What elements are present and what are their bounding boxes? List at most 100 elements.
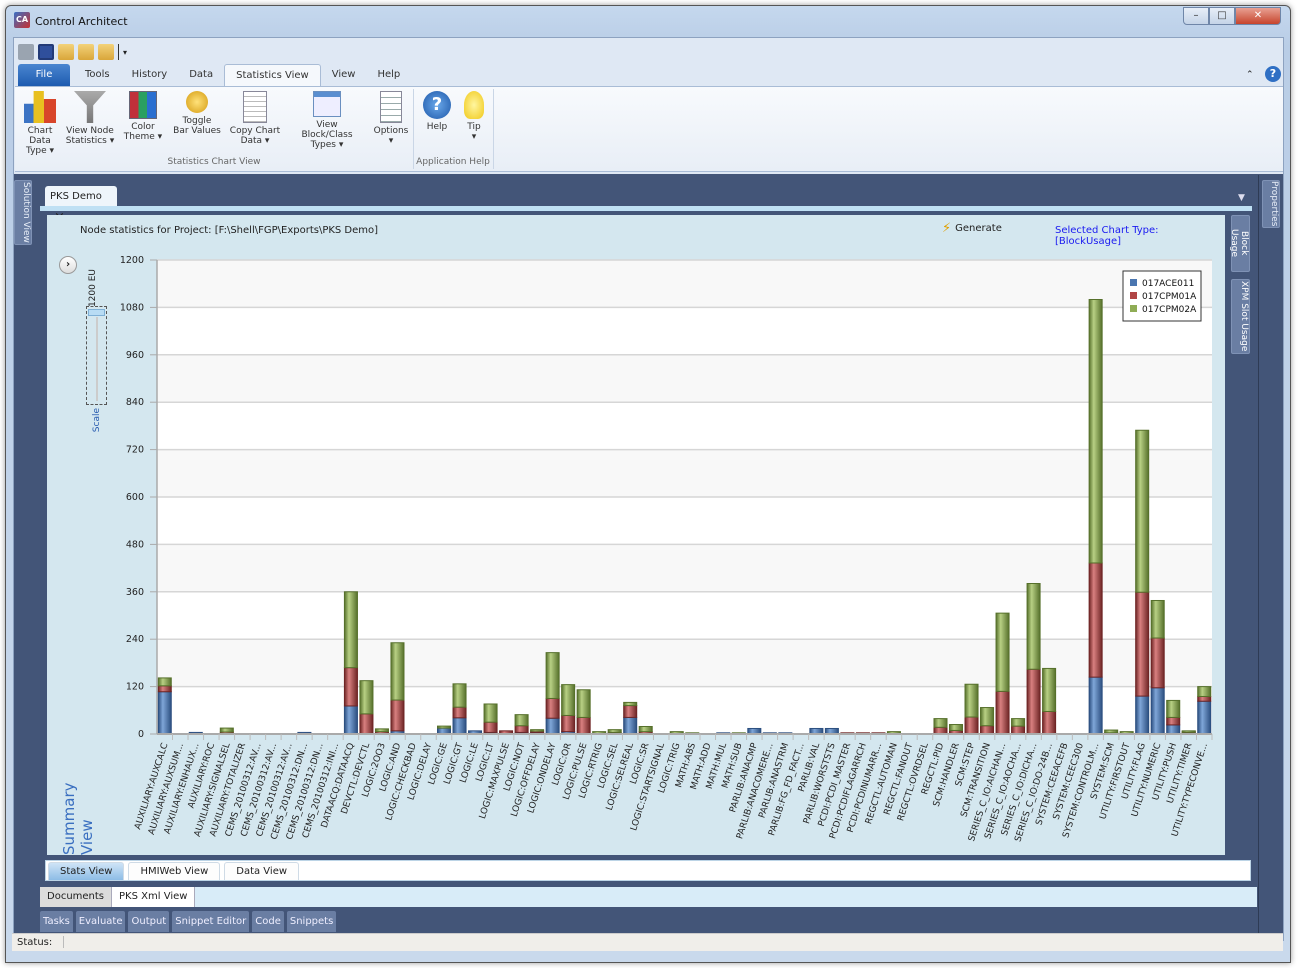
- color-theme-button[interactable]: Color Theme ▾: [121, 91, 165, 142]
- document-tab-pks-demo[interactable]: PKS Demo ×: [45, 186, 117, 225]
- bar-segment-017cpm01a: [545, 697, 560, 719]
- legend-swatch: [1130, 279, 1137, 286]
- tab-evaluate[interactable]: Evaluate: [75, 911, 126, 932]
- list-document-icon: [380, 91, 402, 123]
- legend-swatch: [1130, 305, 1137, 312]
- bar-segment-017cpm01a: [1011, 725, 1026, 735]
- bar-segment-017ace011: [623, 716, 638, 735]
- collapse-ribbon-icon[interactable]: ⌃: [1246, 70, 1254, 80]
- y-tick-label: 480: [126, 539, 144, 550]
- label: Options: [373, 126, 409, 136]
- tab-file[interactable]: File: [18, 64, 70, 86]
- bar-segment-017cpm02a: [561, 684, 576, 716]
- label: Statistics ▾: [65, 136, 115, 146]
- print-icon[interactable]: [18, 44, 34, 60]
- tab-stats-view[interactable]: Stats View: [48, 862, 125, 880]
- import-folder-icon[interactable]: [98, 44, 114, 60]
- bar-segment-017cpm02a: [1088, 299, 1103, 564]
- toggle-bar-values-button[interactable]: Toggle Bar Values: [173, 91, 221, 136]
- solution-view-tab[interactable]: Solution View: [14, 180, 32, 245]
- bar-segment-017cpm02a: [1150, 599, 1165, 639]
- bar-segment-017cpm02a: [530, 729, 545, 732]
- bar-segment-017cpm02a: [638, 725, 653, 733]
- tab-documents[interactable]: Documents: [40, 887, 113, 907]
- bar-segment-017cpm01a: [1026, 668, 1041, 735]
- color-grid-icon: [129, 91, 157, 119]
- y-tick-label: 0: [138, 729, 144, 740]
- bar-segment-017cpm02a: [157, 677, 172, 687]
- label: ▾: [471, 132, 477, 142]
- customize-dropdown-icon[interactable]: ▾: [123, 48, 127, 57]
- bar-segment-017cpm02a: [1181, 730, 1196, 733]
- options-button[interactable]: Options ▾: [371, 91, 411, 146]
- bar-segment-017cpm01a: [1197, 695, 1212, 702]
- bar-segment-017cpm02a: [437, 725, 452, 729]
- view-block-class-types-button[interactable]: View Block/Class Types ▾: [291, 91, 363, 150]
- bar-segment-017cpm02a: [374, 728, 389, 733]
- bar-segment-017cpm02a: [576, 689, 591, 718]
- app-logo-icon: CA: [14, 12, 30, 28]
- tab-view[interactable]: View: [321, 64, 367, 86]
- bar-segment-017cpm01a: [561, 714, 576, 733]
- tab-output[interactable]: Output: [128, 911, 170, 932]
- view-node-statistics-button[interactable]: View Node Statistics ▾: [65, 91, 115, 146]
- bar-segment-017cpm02a: [483, 703, 498, 723]
- bar-segment-017cpm01a: [452, 706, 467, 719]
- help-button[interactable]: ? Help: [419, 91, 455, 132]
- bar-segment-017cpm02a: [359, 680, 374, 715]
- bar-segment-017cpm01a: [1166, 716, 1181, 726]
- tab-snippets[interactable]: Snippets: [286, 911, 337, 932]
- bar-segment-017cpm02a: [1135, 429, 1150, 593]
- tab-snippet-editor[interactable]: Snippet Editor: [172, 911, 250, 932]
- tab-tasks[interactable]: Tasks: [40, 911, 73, 932]
- y-tick-label: 720: [126, 445, 144, 456]
- tool-tabs: Tasks Evaluate Output Snippet Editor Cod…: [40, 911, 337, 932]
- label: Type ▾: [25, 146, 55, 156]
- copy-chart-data-button[interactable]: Copy Chart Data ▾: [229, 91, 281, 146]
- maximize-button[interactable]: □: [1209, 7, 1235, 25]
- tab-statistics-view[interactable]: Statistics View: [224, 64, 321, 86]
- bar-segment-017cpm01a: [1042, 710, 1057, 735]
- tab-data-view[interactable]: Data View: [224, 862, 300, 880]
- bar-segment-017ace011: [1135, 695, 1150, 735]
- tab-help[interactable]: Help: [366, 64, 411, 86]
- tab-pks-xml-view[interactable]: PKS Xml View: [112, 887, 196, 907]
- grid-band: [157, 449, 1212, 497]
- xpm-slot-usage-tab[interactable]: XPM Slot Usage: [1231, 279, 1250, 354]
- properties-tab[interactable]: Properties: [1262, 180, 1280, 228]
- label: Bar Values: [173, 126, 221, 136]
- bar-segment-017cpm01a: [390, 699, 405, 732]
- close-window-button[interactable]: ✕: [1235, 7, 1281, 25]
- document-tabs: Documents PKS Xml View: [40, 887, 1257, 907]
- bar-segment-017cpm02a: [343, 591, 358, 669]
- legend-label: 017CPM02A: [1142, 305, 1197, 315]
- bar-segment-017cpm01a: [1088, 562, 1103, 678]
- save-icon[interactable]: [38, 44, 54, 60]
- bar-segment-017cpm02a: [964, 683, 979, 718]
- bar-segment-017cpm02a: [933, 718, 948, 728]
- chart-data-type-button[interactable]: Chart Data Type ▾: [17, 91, 63, 156]
- bar-segment-017cpm01a: [343, 667, 358, 707]
- open-folder-icon[interactable]: [58, 44, 74, 60]
- block-usage-tab[interactable]: Block Usage: [1229, 215, 1250, 272]
- export-folder-icon[interactable]: [78, 44, 94, 60]
- stats-panel: Node statistics for Project: [F:\Shell\F…: [47, 215, 1225, 855]
- minimize-button[interactable]: –: [1183, 7, 1209, 25]
- tab-tools[interactable]: Tools: [74, 64, 121, 86]
- y-tick-label: 600: [126, 492, 144, 503]
- tab-history[interactable]: History: [121, 64, 179, 86]
- bar-segment-017cpm02a: [390, 642, 405, 701]
- tab-data[interactable]: Data: [178, 64, 224, 86]
- copy-icon: [243, 91, 267, 123]
- tip-button[interactable]: Tip ▾: [459, 91, 489, 142]
- tab-code[interactable]: Code: [252, 911, 284, 932]
- label: View Node: [66, 126, 114, 136]
- ribbon-tabs: File Tools History Data Statistics View …: [18, 64, 411, 86]
- document-list-dropdown-icon[interactable]: ▼: [1238, 193, 1245, 203]
- bar-segment-017cpm01a: [514, 725, 529, 733]
- grid-band: [157, 354, 1212, 403]
- bar-segment-017cpm02a: [219, 727, 234, 733]
- help-icon[interactable]: ?: [1265, 66, 1281, 82]
- pushpin-icon: [186, 91, 208, 113]
- tab-hmiweb-view[interactable]: HMIWeb View: [128, 862, 221, 880]
